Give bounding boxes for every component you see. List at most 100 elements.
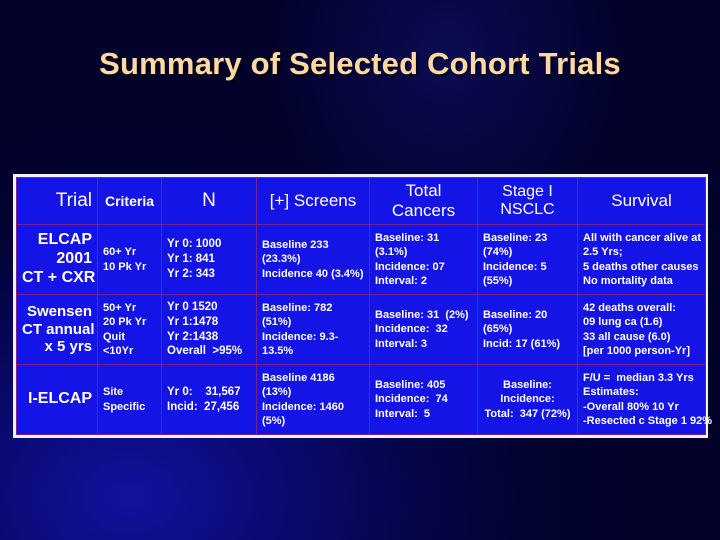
cell-line: 2.5 Yrs;: [583, 246, 623, 259]
cell-line: Interval: 2: [375, 274, 427, 287]
cell-line: Incidence: 32: [375, 323, 448, 336]
cell-trial: Swensen CT annual x 5 yrs: [16, 294, 98, 365]
cell-positive-screens: Baseline 4186 (13%) Incidence: 1460 (5%): [256, 364, 370, 435]
cell-line: (5%): [262, 414, 286, 427]
cell-line: F/U = median 3.3 Yrs: [583, 372, 694, 385]
cell-line: 60+ Yr: [103, 246, 137, 259]
cell-stage-i: Baseline: 20 (65%) Incid: 17 (61%): [477, 294, 578, 365]
column-header-criteria: Criteria: [97, 177, 162, 225]
cell-line: Total: 347 (72%): [484, 407, 571, 420]
cell-line: Baseline: 405: [375, 379, 446, 392]
cell-total-cancers: Baseline: 31 (2%) Incidence: 32 Interval…: [369, 294, 478, 365]
cell-line: Estimates:: [583, 386, 639, 399]
column-header-trial: Trial: [16, 177, 98, 225]
cell-line: 5 deaths other causes: [583, 260, 699, 273]
column-header-stage-i-nsclc: Stage I NSCLC: [477, 177, 578, 225]
cell-line: (51%): [262, 316, 292, 329]
cell-criteria: Site Specific: [97, 364, 162, 435]
cell-line: 09 lung ca (1.6): [583, 316, 663, 329]
header-row: Trial Criteria N [+] Screens Total Cance…: [16, 177, 706, 225]
cell-line: Baseline: 20: [483, 309, 548, 322]
cell-line: -Overall 80% 10 Yr: [583, 400, 679, 413]
cell-line: Incid: 27,456: [167, 400, 240, 413]
cell-line: Baseline: 23: [483, 232, 548, 245]
slide-canvas: Summary of Selected Cohort Trials Trial …: [0, 0, 720, 540]
cell-line: x 5 yrs: [44, 338, 92, 356]
cell-line: (65%): [483, 323, 513, 336]
cell-line: 10 Pk Yr: [103, 260, 147, 273]
cell-line: Swensen: [26, 302, 92, 320]
column-header-total-cancers-line1: Total: [405, 181, 442, 201]
cell-line: Overall >95%: [167, 345, 243, 358]
cell-line: Yr 2:1438: [167, 330, 219, 343]
cell-line: [per 1000 person-Yr]: [583, 344, 690, 357]
cell-line: Yr 0 1520: [167, 301, 218, 314]
table-body: ELCAP 2001 CT + CXR 60+ Yr 10 Pk Yr Yr 0…: [16, 224, 713, 435]
cell-stage-i: Baseline: Incidence: Total: 347 (72%): [477, 364, 578, 435]
cell-line: Site: [103, 386, 124, 399]
cell-line: Incidence:: [500, 393, 555, 406]
cell-line: 33 all cause (6.0): [583, 330, 671, 343]
cell-total-cancers: Baseline: 405 Incidence: 74 Interval: 5: [369, 364, 478, 435]
cell-total-cancers: Baseline: 31 (3.1%) Incidence: 07 Interv…: [369, 224, 478, 295]
cell-line: CT + CXR: [22, 268, 96, 286]
cell-criteria: 60+ Yr 10 Pk Yr: [97, 224, 162, 295]
cell-line: Interval: 5: [375, 407, 431, 420]
table-row: Swensen CT annual x 5 yrs 50+ Yr 20 Pk Y…: [16, 294, 706, 365]
cell-line: Baseline 4186: [262, 372, 335, 385]
cell-line: Yr 1:1478: [167, 315, 219, 328]
cell-line: <10Yr: [103, 344, 134, 357]
cell-line: Incidence: 1460: [262, 400, 344, 413]
cell-line: Baseline: 31: [375, 232, 440, 245]
cell-line: (55%): [483, 274, 513, 287]
cell-stage-i: Baseline: 23 (74%) Incidence: 5 (55%): [477, 224, 578, 295]
cell-line: (13%): [262, 386, 292, 399]
cell-line: Incidence: 07: [375, 260, 445, 273]
table-header: Trial Criteria N [+] Screens Total Cance…: [16, 177, 706, 225]
cell-line: 50+ Yr: [103, 302, 137, 315]
cell-line: (3.1%): [375, 246, 408, 259]
cell-line: Baseline:: [503, 379, 552, 392]
table-row: ELCAP 2001 CT + CXR 60+ Yr 10 Pk Yr Yr 0…: [16, 224, 706, 295]
column-header-survival: Survival: [577, 177, 706, 225]
cell-line: Yr 2: 343: [167, 267, 215, 280]
cell-line: Incidence: 9.3-: [262, 330, 339, 343]
cell-n: Yr 0 1520 Yr 1:1478 Yr 2:1438 Overall >9…: [161, 294, 257, 365]
cell-n: Yr 0: 31,567 Incid: 27,456: [161, 364, 257, 435]
column-header-positive-screens: [+] Screens: [256, 177, 370, 225]
cell-n: Yr 0: 1000 Yr 1: 841 Yr 2: 343: [161, 224, 257, 295]
cell-line: 20 Pk Yr: [103, 316, 147, 329]
cell-line: Baseline 233: [262, 239, 329, 252]
cell-line: 13.5%: [262, 344, 294, 357]
cell-positive-screens: Baseline 233 (23.3%) Incidence 40 (3.4%): [256, 224, 370, 295]
column-header-n: N: [161, 177, 257, 225]
cell-line: Baseline: 31 (2%): [375, 309, 469, 322]
cell-line: Specific: [103, 400, 146, 413]
cell-line: No mortality data: [583, 274, 673, 287]
cell-line: (23.3%): [262, 253, 301, 266]
cohort-trials-table: Trial Criteria N [+] Screens Total Cance…: [16, 177, 713, 435]
cell-line: Baseline: 782: [262, 302, 333, 315]
cell-positive-screens: Baseline: 782 (51%) Incidence: 9.3- 13.5…: [256, 294, 370, 365]
column-header-total-cancers-line2: Cancers: [391, 201, 456, 220]
cell-line: (74%): [483, 246, 513, 259]
cell-line: Incidence 40 (3.4%): [262, 267, 364, 280]
cell-line: Interval: 3: [375, 337, 427, 350]
cohort-trials-table-container: Trial Criteria N [+] Screens Total Cance…: [13, 174, 713, 438]
column-header-stage-i-line1: Stage I: [502, 182, 553, 200]
cell-survival: 42 deaths overall: 09 lung ca (1.6) 33 a…: [577, 294, 706, 365]
cell-line: Incid: 17 (61%): [483, 337, 561, 350]
cell-trial: ELCAP 2001 CT + CXR: [16, 224, 98, 295]
table-row: I-ELCAP Site Specific Yr 0: 31,567 Incid…: [16, 364, 713, 435]
cell-survival: All with cancer alive at 2.5 Yrs; 5 deat…: [577, 224, 706, 295]
cell-line: Quit: [103, 330, 125, 343]
cell-line: All with cancer alive at: [583, 232, 701, 245]
cell-trial: I-ELCAP: [16, 364, 98, 435]
cell-criteria: 50+ Yr 20 Pk Yr Quit <10Yr: [97, 294, 162, 365]
column-header-stage-i-line2: NSCLC: [500, 201, 555, 218]
cell-line: Yr 0: 31,567: [167, 385, 241, 398]
column-header-total-cancers: Total Cancers: [369, 177, 478, 225]
cell-survival: F/U = median 3.3 Yrs Estimates: -Overall…: [577, 364, 713, 435]
cell-line: Incidence: 74: [375, 393, 448, 406]
cell-line: -Resected c Stage 1 92%: [583, 414, 713, 427]
